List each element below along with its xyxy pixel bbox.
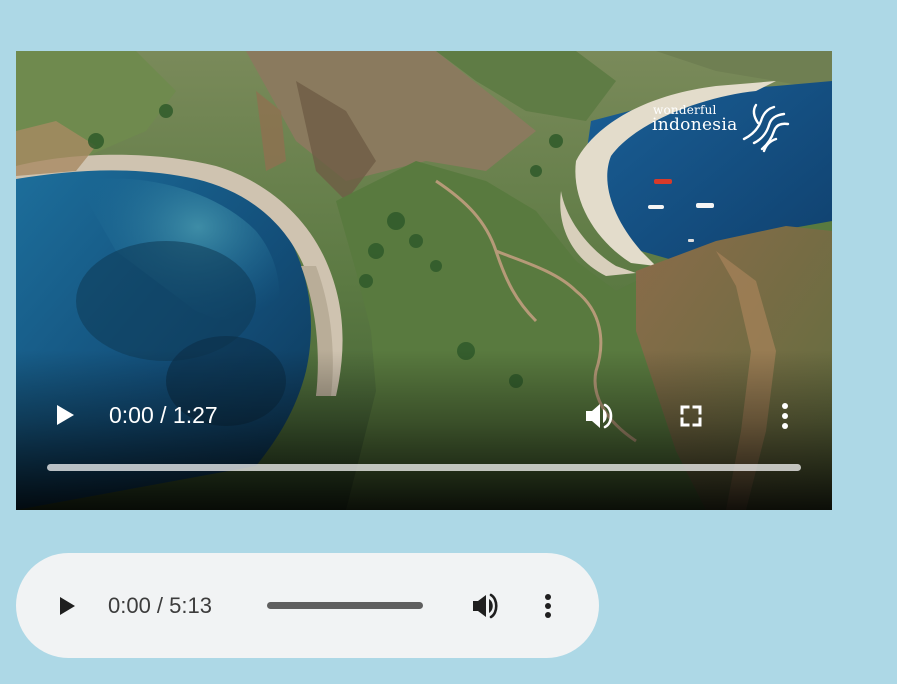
volume-icon <box>473 593 498 619</box>
audio-volume-button[interactable] <box>468 590 502 622</box>
play-icon <box>60 597 75 615</box>
audio-time-display: 0:00 / 5:13 <box>108 593 212 618</box>
video-time-display: 0:00 / 1:27 <box>109 402 218 428</box>
video-play-button[interactable] <box>50 400 80 430</box>
audio-progress-bar[interactable] <box>267 602 423 609</box>
video-fullscreen-button[interactable] <box>676 401 706 431</box>
play-icon <box>57 405 74 425</box>
video-player[interactable]: wonderful indonesia 0:00 / 1:27 <box>16 51 832 510</box>
logo-line2: indonesia <box>652 115 738 135</box>
more-vert-icon <box>545 594 551 618</box>
more-vert-icon <box>782 403 788 429</box>
video-volume-button[interactable] <box>582 399 616 433</box>
fullscreen-icon <box>680 405 702 427</box>
video-more-options-button[interactable] <box>772 400 798 432</box>
wonderful-indonesia-logo: wonderful indonesia <box>652 99 792 159</box>
volume-icon <box>586 403 613 429</box>
audio-more-options-button[interactable] <box>536 590 560 622</box>
video-progress-bar[interactable] <box>47 464 801 471</box>
audio-play-button[interactable] <box>54 592 80 620</box>
garuda-emblem-icon <box>742 103 790 153</box>
audio-player[interactable]: 0:00 / 5:13 <box>16 553 599 658</box>
